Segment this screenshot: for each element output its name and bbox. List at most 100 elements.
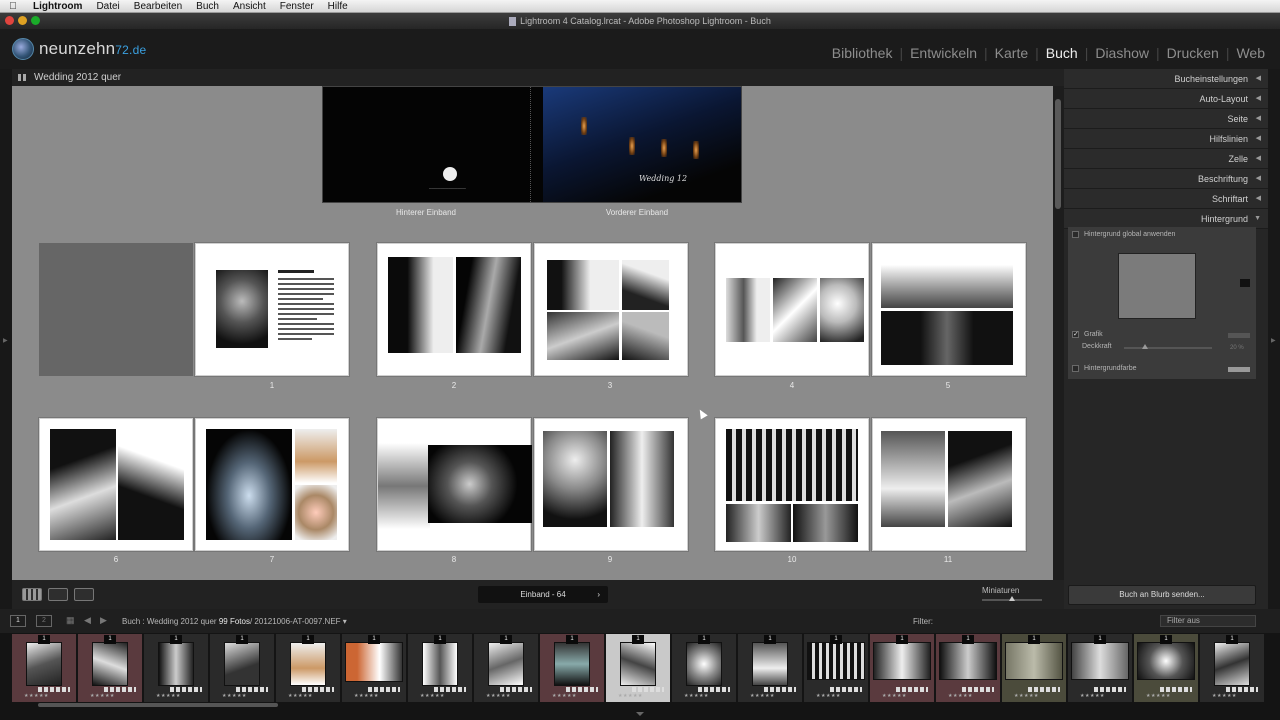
star-rating[interactable]: ★★★★★ bbox=[288, 693, 313, 699]
panel-auto-layout[interactable]: Auto-Layout ◀ bbox=[1064, 89, 1268, 109]
menu-app[interactable]: Lightroom bbox=[26, 1, 89, 12]
star-rating[interactable]: ★★★★★ bbox=[222, 693, 247, 699]
menu-bearbeiten[interactable]: Bearbeiten bbox=[127, 1, 189, 12]
book-page-7[interactable] bbox=[195, 418, 349, 551]
grid-view-icon[interactable]: ▦ bbox=[66, 615, 75, 626]
opacity-slider-knob[interactable] bbox=[1142, 344, 1148, 349]
next-page-icon[interactable]: › bbox=[597, 586, 600, 603]
filmstrip-thumbnail[interactable]: 1 ★★★★★ bbox=[276, 634, 340, 702]
book-page-6[interactable] bbox=[39, 418, 193, 551]
book-page-4[interactable] bbox=[715, 243, 869, 376]
opacity-slider[interactable] bbox=[1124, 344, 1212, 349]
star-rating[interactable]: ★★★★★ bbox=[156, 693, 181, 699]
panel-seite[interactable]: Seite ◀ bbox=[1064, 109, 1268, 129]
book-canvas[interactable]: ───────────── Wedding 12 Hinterer Einban… bbox=[12, 86, 1053, 580]
book-page-3[interactable] bbox=[534, 243, 688, 376]
book-page-11[interactable] bbox=[872, 418, 1026, 551]
filmstrip-thumbnail[interactable]: 1 ★★★★★ bbox=[738, 634, 802, 702]
filmstrip-thumbnail[interactable]: 1 ★★★★★ bbox=[408, 634, 472, 702]
cover-title-text[interactable]: Wedding 12 bbox=[639, 174, 687, 183]
filmstrip-thumbnail[interactable]: 1 ★★★★★ bbox=[936, 634, 1000, 702]
background-color-checkbox[interactable] bbox=[1072, 365, 1079, 372]
global-background-checkbox[interactable] bbox=[1072, 231, 1079, 238]
filmstrip-thumbnail[interactable]: 1 ★★★★★ bbox=[78, 634, 142, 702]
star-rating[interactable]: ★★★★★ bbox=[354, 693, 379, 699]
star-rating[interactable]: ★★★★★ bbox=[750, 693, 775, 699]
panel-bucheinstellungen[interactable]: Bucheinstellungen ◀ bbox=[1064, 69, 1268, 89]
filmstrip-thumbnail[interactable]: 1 ★★★★★ bbox=[144, 634, 208, 702]
book-page-10[interactable] bbox=[715, 418, 869, 551]
panel-schriftart[interactable]: Schriftart ◀ bbox=[1064, 189, 1268, 209]
module-web[interactable]: Web bbox=[1229, 45, 1272, 61]
filmstrip-thumbnail[interactable]: 1 ★★★★★ bbox=[342, 634, 406, 702]
zoom-window-button[interactable] bbox=[31, 16, 40, 25]
back-arrow-icon[interactable]: ◀ bbox=[84, 615, 91, 626]
book-page-2[interactable] bbox=[377, 243, 531, 376]
filmstrip-thumbnail[interactable]: 1 ★★★★★ bbox=[540, 634, 604, 702]
book-page-1[interactable] bbox=[195, 243, 349, 376]
module-drucken[interactable]: Drucken bbox=[1160, 45, 1226, 61]
menu-ansicht[interactable]: Ansicht bbox=[226, 1, 273, 12]
star-rating[interactable]: ★★★★★ bbox=[948, 693, 973, 699]
module-entwickeln[interactable]: Entwickeln bbox=[903, 45, 984, 61]
left-panel-toggle[interactable]: ▶ bbox=[0, 69, 12, 609]
filmstrip[interactable]: 1 ★★★★★ 1 ★★★★★ 1 ★★★★★ 1 ★★★★★ 1 ★★★★★ 1 ★★★★★ 1 ★★★… bbox=[0, 633, 1280, 720]
single-page-view-button[interactable] bbox=[74, 588, 94, 601]
panel-zelle[interactable]: Zelle ◀ bbox=[1064, 149, 1268, 169]
filmstrip-thumbnail[interactable]: 1 ★★★★★ bbox=[1068, 634, 1132, 702]
filmstrip-thumbnail[interactable]: 1 ★★★★★ bbox=[1002, 634, 1066, 702]
star-rating[interactable]: ★★★★★ bbox=[816, 693, 841, 699]
minimize-window-button[interactable] bbox=[18, 16, 27, 25]
filter-select[interactable]: Filter aus bbox=[1160, 615, 1256, 627]
scrollbar-thumb[interactable] bbox=[1055, 99, 1061, 209]
page-navigator[interactable]: Einband - 64 › bbox=[478, 586, 608, 603]
hide-filmstrip-icon[interactable] bbox=[636, 712, 644, 716]
graphic-options-dropdown[interactable] bbox=[1240, 279, 1250, 287]
filmstrip-thumbnail[interactable]: 1 ★★★★★ bbox=[606, 634, 670, 702]
book-page-8[interactable] bbox=[377, 418, 532, 551]
spread-view-button[interactable] bbox=[48, 588, 68, 601]
star-rating[interactable]: ★★★★★ bbox=[684, 693, 709, 699]
star-rating[interactable]: ★★★★★ bbox=[420, 693, 445, 699]
forward-arrow-icon[interactable]: ▶ bbox=[100, 615, 107, 626]
filmstrip-thumbnail[interactable]: 1 ★★★★★ bbox=[804, 634, 868, 702]
primary-screen-button[interactable]: 1 bbox=[10, 615, 26, 627]
close-window-button[interactable] bbox=[5, 16, 14, 25]
miniatures-slider-knob[interactable] bbox=[1009, 596, 1015, 601]
filmstrip-thumbnail[interactable]: 1 ★★★★★ bbox=[474, 634, 538, 702]
book-page-9[interactable] bbox=[534, 418, 688, 551]
right-panel-toggle[interactable]: ▶ bbox=[1268, 69, 1280, 609]
star-rating[interactable]: ★★★★★ bbox=[618, 693, 643, 699]
book-page-5[interactable] bbox=[872, 243, 1026, 376]
menu-fenster[interactable]: Fenster bbox=[273, 1, 321, 12]
send-to-blurb-button[interactable]: Buch an Blurb senden... bbox=[1068, 585, 1256, 605]
filmstrip-thumbnail[interactable]: 1 ★★★★★ bbox=[672, 634, 736, 702]
star-rating[interactable]: ★★★★★ bbox=[24, 693, 49, 699]
filmstrip-thumbnail[interactable]: 1 ★★★★★ bbox=[870, 634, 934, 702]
panel-hintergrund[interactable]: Hintergrund ▼ bbox=[1064, 209, 1268, 229]
filmstrip-scrollbar[interactable] bbox=[38, 703, 278, 707]
star-rating[interactable]: ★★★★★ bbox=[1014, 693, 1039, 699]
panel-beschriftung[interactable]: Beschriftung ◀ bbox=[1064, 169, 1268, 189]
background-color-swatch[interactable] bbox=[1228, 367, 1250, 372]
star-rating[interactable]: ★★★★★ bbox=[552, 693, 577, 699]
book-cover[interactable]: ───────────── Wedding 12 bbox=[322, 86, 742, 203]
menu-buch[interactable]: Buch bbox=[189, 1, 226, 12]
star-rating[interactable]: ★★★★★ bbox=[1146, 693, 1171, 699]
filmstrip-thumbnail[interactable]: 1 ★★★★★ bbox=[1200, 634, 1264, 702]
source-breadcrumb[interactable]: Buch : Wedding 2012 quer 99 Fotos/ 20121… bbox=[122, 617, 347, 626]
module-diashow[interactable]: Diashow bbox=[1088, 45, 1156, 61]
menu-datei[interactable]: Datei bbox=[89, 1, 126, 12]
star-rating[interactable]: ★★★★★ bbox=[1080, 693, 1105, 699]
filmstrip-thumbnail[interactable]: 1 ★★★★★ bbox=[12, 634, 76, 702]
graphic-checkbox[interactable]: ✓ bbox=[1072, 331, 1079, 338]
miniatures-slider[interactable] bbox=[982, 596, 1042, 601]
star-rating[interactable]: ★★★★★ bbox=[486, 693, 511, 699]
star-rating[interactable]: ★★★★★ bbox=[1212, 693, 1237, 699]
apple-icon[interactable]:  bbox=[0, 1, 26, 12]
background-graphic-well[interactable] bbox=[1118, 253, 1196, 319]
module-bibliothek[interactable]: Bibliothek bbox=[825, 45, 900, 61]
star-rating[interactable]: ★★★★★ bbox=[90, 693, 115, 699]
multi-page-view-button[interactable] bbox=[22, 588, 42, 601]
canvas-scrollbar[interactable] bbox=[1053, 86, 1064, 580]
